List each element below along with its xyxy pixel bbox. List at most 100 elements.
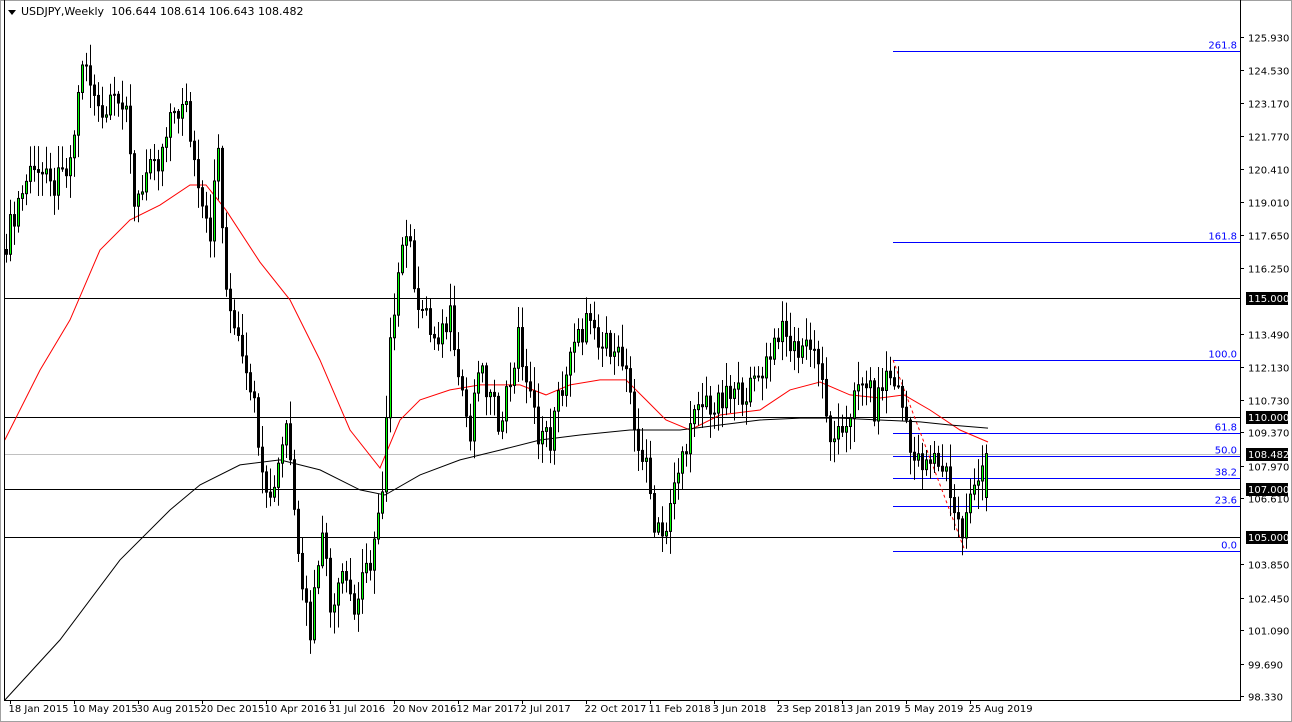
candle bbox=[565, 366, 568, 407]
bear-candle-body bbox=[841, 426, 844, 433]
price-tick-label: 98.330 bbox=[1248, 693, 1283, 704]
candles bbox=[5, 44, 988, 654]
fib-level-label: 0.0 bbox=[1221, 541, 1237, 552]
candle bbox=[673, 462, 676, 520]
candle bbox=[13, 201, 16, 245]
candle bbox=[209, 194, 212, 258]
candle bbox=[537, 383, 540, 460]
bear-candle-body bbox=[445, 323, 448, 333]
candle bbox=[349, 557, 352, 601]
candle bbox=[353, 584, 356, 620]
candle bbox=[261, 425, 264, 494]
bear-candle-body bbox=[201, 187, 204, 207]
bear-candle-body bbox=[225, 227, 228, 290]
candle bbox=[725, 362, 728, 416]
candle bbox=[449, 283, 452, 352]
bull-candle-body bbox=[213, 180, 216, 242]
candle bbox=[141, 175, 144, 201]
candle bbox=[317, 560, 320, 595]
bull-candle-body bbox=[361, 572, 364, 600]
candle bbox=[473, 379, 476, 459]
candle bbox=[245, 332, 248, 391]
bull-candle-body bbox=[489, 391, 492, 398]
price-chart[interactable]: 261.8 161.8 100.0 61.8 50.0 38.2 23.6 0.0 125.9… bbox=[0, 0, 1292, 722]
candle bbox=[361, 549, 364, 614]
bear-candle-body bbox=[641, 449, 644, 462]
candle bbox=[413, 228, 416, 293]
candle bbox=[777, 328, 780, 350]
bear-candle-body bbox=[221, 147, 224, 229]
bull-candle-body bbox=[389, 337, 392, 419]
candle bbox=[305, 575, 308, 626]
bear-candle-body bbox=[93, 84, 96, 96]
bull-candle-body bbox=[73, 134, 76, 159]
bull-candle-body bbox=[69, 157, 72, 177]
candle bbox=[745, 387, 748, 425]
bull-candle-body bbox=[381, 491, 384, 514]
candle bbox=[437, 321, 440, 351]
bear-candle-body bbox=[101, 105, 104, 118]
bull-candle-body bbox=[25, 180, 28, 195]
bear-candle-body bbox=[349, 579, 352, 595]
candle bbox=[717, 384, 720, 431]
fib-level-label: 100.0 bbox=[1208, 350, 1237, 361]
candle bbox=[357, 582, 360, 632]
bull-candle-body bbox=[341, 571, 344, 584]
moving-averages bbox=[4, 184, 989, 701]
candle bbox=[969, 478, 972, 524]
candle bbox=[925, 449, 928, 476]
bull-candle-body bbox=[17, 197, 20, 227]
bear-candle-body bbox=[429, 308, 432, 335]
candle bbox=[417, 266, 420, 329]
bull-candle-body bbox=[545, 427, 548, 432]
candle bbox=[469, 403, 472, 451]
candle bbox=[893, 366, 896, 390]
candle bbox=[121, 80, 124, 130]
candle bbox=[409, 224, 412, 248]
bear-candle-body bbox=[537, 406, 540, 445]
bull-candle-body bbox=[81, 64, 84, 93]
bull-candle-body bbox=[165, 136, 168, 148]
candle bbox=[177, 109, 180, 134]
bull-candle-body bbox=[753, 375, 756, 379]
bull-candle-body bbox=[45, 168, 48, 175]
price-tick-label: 124.530 bbox=[1248, 67, 1289, 78]
candle bbox=[909, 416, 912, 475]
candle bbox=[189, 91, 192, 148]
bear-candle-body bbox=[233, 310, 236, 329]
candle bbox=[609, 330, 612, 365]
candle bbox=[145, 149, 148, 201]
dropdown-triangle-icon[interactable] bbox=[8, 9, 16, 15]
candle bbox=[913, 436, 916, 480]
candle bbox=[389, 317, 392, 433]
candle bbox=[373, 531, 376, 594]
time-tick-label: 5 May 2019 bbox=[905, 704, 964, 715]
price-tick-label: 112.130 bbox=[1248, 364, 1289, 375]
bull-candle-body bbox=[725, 385, 728, 409]
bear-candle-body bbox=[661, 522, 664, 537]
candle bbox=[541, 416, 544, 463]
candle bbox=[677, 458, 680, 500]
candle bbox=[281, 436, 284, 478]
candle bbox=[329, 548, 332, 628]
candle bbox=[233, 299, 236, 335]
time-tick-label: 23 Sep 2018 bbox=[777, 704, 840, 715]
chart-title[interactable]: USDJPY,Weekly 106.644 108.614 106.643 10… bbox=[8, 5, 304, 18]
bear-candle-body bbox=[825, 378, 828, 417]
price-axis: 125.930 124.530 123.170 121.770 120.410 119.0… bbox=[1240, 34, 1289, 704]
candle bbox=[181, 87, 184, 136]
bear-candle-body bbox=[653, 493, 656, 533]
candle bbox=[709, 385, 712, 438]
bear-candle-body bbox=[325, 532, 328, 559]
candle bbox=[825, 357, 828, 423]
time-tick-label: 30 Aug 2015 bbox=[137, 704, 201, 715]
candle bbox=[21, 185, 24, 211]
time-tick-label: 20 Dec 2015 bbox=[201, 704, 265, 715]
price-tick-label: 110.730 bbox=[1248, 397, 1289, 408]
candle bbox=[917, 434, 920, 467]
candle bbox=[785, 302, 788, 357]
bear-candle-body bbox=[797, 341, 800, 358]
candle bbox=[497, 392, 500, 435]
candle bbox=[421, 300, 424, 319]
bear-candle-body bbox=[353, 593, 356, 615]
